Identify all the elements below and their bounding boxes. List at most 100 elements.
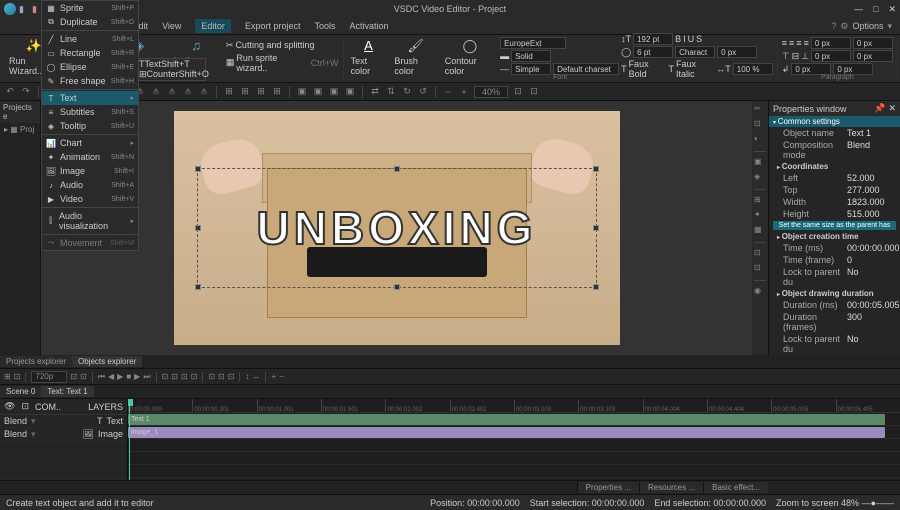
maximize-icon[interactable]: □ — [873, 4, 878, 15]
tool-icon[interactable]: ⊡ — [171, 372, 178, 381]
resize-handle[interactable] — [593, 166, 599, 172]
submenu-text[interactable]: TTextShift+T — [139, 59, 205, 69]
timeline-ruler[interactable]: 0:00:00.00000:00:00.30100:00:01.00100:00… — [128, 399, 900, 413]
distribute-icon[interactable]: ⊞ — [271, 86, 283, 98]
font-family-select[interactable]: EuropeExt — [500, 37, 566, 49]
menu-movement[interactable]: ⤳MovementShift+M — [42, 236, 138, 250]
menu-ellipse[interactable]: ◯EllipseShift+E — [42, 60, 138, 74]
italic-icon[interactable]: I — [683, 34, 686, 44]
menu-duplicate[interactable]: ⧉DuplicateShift+D — [42, 15, 138, 29]
tool-icon[interactable]: ◈ — [754, 172, 766, 184]
tool-icon[interactable]: ⊡ — [512, 86, 524, 98]
tool-icon[interactable]: ⊞ — [754, 195, 766, 207]
next-frame-icon[interactable]: ▶ — [134, 372, 140, 381]
goto-end-icon[interactable]: ⏭ — [143, 372, 150, 382]
prop-value[interactable]: 277.000 — [847, 185, 896, 195]
distribute-icon[interactable]: ⊞ — [239, 86, 251, 98]
subsection-creation[interactable]: Object creation time — [769, 231, 900, 242]
zoom-out-icon[interactable]: − — [442, 86, 454, 98]
contour-color-button[interactable]: ◯Contour color — [442, 36, 498, 77]
tool-icon[interactable]: ✂ — [754, 104, 766, 116]
tool-icon[interactable]: ▣ — [754, 157, 766, 169]
blend-select[interactable]: Blend — [4, 429, 27, 439]
menu-audioviz[interactable]: ⫿Audio visualization▸ — [42, 209, 138, 233]
line-style-select[interactable]: Simple — [511, 63, 551, 75]
menu-video[interactable]: ▶VideoShift+V — [42, 192, 138, 206]
arrange-icon[interactable]: ▣ — [296, 86, 308, 98]
tab-properties[interactable]: Properties ... — [577, 482, 639, 493]
valign-bot-icon[interactable]: ⊥ — [801, 51, 809, 62]
zoom-in-icon[interactable]: + — [271, 372, 276, 381]
prop-value[interactable]: 300 — [847, 312, 896, 332]
wrap-icon[interactable]: ↲ — [782, 64, 790, 75]
tab-projects-explorer[interactable]: Projects explorer — [0, 356, 72, 367]
resize-handle[interactable] — [394, 166, 400, 172]
pin-icon[interactable]: 📌 — [874, 103, 885, 114]
prop-value[interactable]: 1823.000 — [847, 197, 896, 207]
align-icon[interactable]: ⫛ — [182, 86, 194, 98]
visibility-icon[interactable]: 👁 — [4, 401, 15, 412]
tab-scene[interactable]: Scene 0 — [0, 386, 41, 397]
spacing-input[interactable]: 0 px — [811, 50, 851, 62]
indent2-input[interactable]: 0 px — [853, 37, 893, 49]
charact-select[interactable]: Charact — [675, 46, 715, 58]
menu-editor[interactable]: Editor — [195, 19, 231, 33]
stop-icon[interactable]: ■ — [126, 372, 131, 381]
flip-icon[interactable]: ⇅ — [385, 86, 397, 98]
prop-value[interactable]: Text 1 — [847, 128, 896, 138]
resize-handle[interactable] — [195, 284, 201, 290]
valign-top-icon[interactable]: ⊤ — [782, 51, 790, 62]
tab-basic-effects[interactable]: Basic effect... — [703, 482, 768, 493]
tool-icon[interactable]: ⊡ — [162, 372, 169, 381]
prop-value[interactable]: 52.000 — [847, 173, 896, 183]
contour-width-input[interactable]: 6 pt — [633, 46, 673, 58]
prop-value[interactable]: 0 — [847, 255, 896, 265]
faux-italic-toggle[interactable]: T — [668, 64, 674, 74]
track-header-image[interactable]: Blend▾ 🖼 Image — [0, 428, 127, 441]
rotate-icon[interactable]: ↺ — [417, 86, 429, 98]
arrange-icon[interactable]: ▣ — [312, 86, 324, 98]
distribute-icon[interactable]: ⊞ — [255, 86, 267, 98]
resize-handle[interactable] — [593, 225, 599, 231]
align-center-icon[interactable]: ≡ — [789, 38, 794, 48]
cutting-splitting-button[interactable]: ✂Cutting and splitting — [226, 40, 339, 51]
tool-icon[interactable]: ⊡ — [80, 372, 87, 381]
resize-handle[interactable] — [593, 284, 599, 290]
close-icon[interactable]: ✕ — [888, 4, 896, 15]
menu-view[interactable]: View — [162, 21, 181, 31]
prop-value[interactable]: Blend — [847, 140, 896, 160]
blend-select[interactable]: Blend — [4, 416, 27, 426]
tool-icon[interactable]: ↕ — [245, 372, 249, 381]
lock-icon[interactable]: ⊡ — [21, 401, 29, 412]
close-icon[interactable]: ✕ — [888, 103, 896, 114]
resize-handle[interactable] — [195, 166, 201, 172]
align-icon[interactable]: ⫛ — [150, 86, 162, 98]
tool-icon[interactable]: ⊡ — [754, 119, 766, 131]
tool-icon[interactable]: ◐ — [754, 134, 766, 146]
tool-icon[interactable]: ✦ — [754, 210, 766, 222]
rotate-icon[interactable]: ↻ — [401, 86, 413, 98]
prop-value[interactable]: 515.000 — [847, 209, 896, 219]
brush-color-button[interactable]: 🖌Brush color — [391, 36, 439, 77]
menu-audio[interactable]: ♪AudioShift+A — [42, 178, 138, 192]
tool-icon[interactable]: ◉ — [754, 286, 766, 298]
text-color-button[interactable]: AText color — [348, 36, 390, 77]
underline-icon[interactable]: U — [688, 34, 695, 44]
tab-objects-explorer[interactable]: Objects explorer — [72, 356, 142, 367]
tool-icon[interactable]: ⊡ — [181, 372, 188, 381]
resolution-select[interactable]: 720p — [31, 371, 67, 383]
menu-chart[interactable]: 📊Chart▸ — [42, 136, 138, 150]
tab-text-object[interactable]: Text: Text 1 — [41, 386, 93, 397]
tool-icon[interactable]: ⊡ — [218, 372, 225, 381]
justify-icon[interactable]: ≡ — [804, 38, 809, 48]
font-size-input[interactable]: 192 pt — [633, 33, 673, 45]
snap-icon[interactable]: ⊞ — [4, 372, 11, 381]
tool-icon[interactable]: ▦ — [754, 225, 766, 237]
prop-value[interactable]: No — [847, 334, 896, 354]
prev-frame-icon[interactable]: ◀ — [108, 372, 114, 381]
tool-icon[interactable]: ⊡ — [228, 372, 235, 381]
menu-subtitles[interactable]: ≡SubtitlesShift+S — [42, 105, 138, 119]
same-size-button[interactable]: Set the same size as the parent has — [773, 221, 896, 230]
zoom-out-icon[interactable]: − — [279, 372, 284, 381]
canvas[interactable]: UNBOXING — [41, 101, 752, 355]
